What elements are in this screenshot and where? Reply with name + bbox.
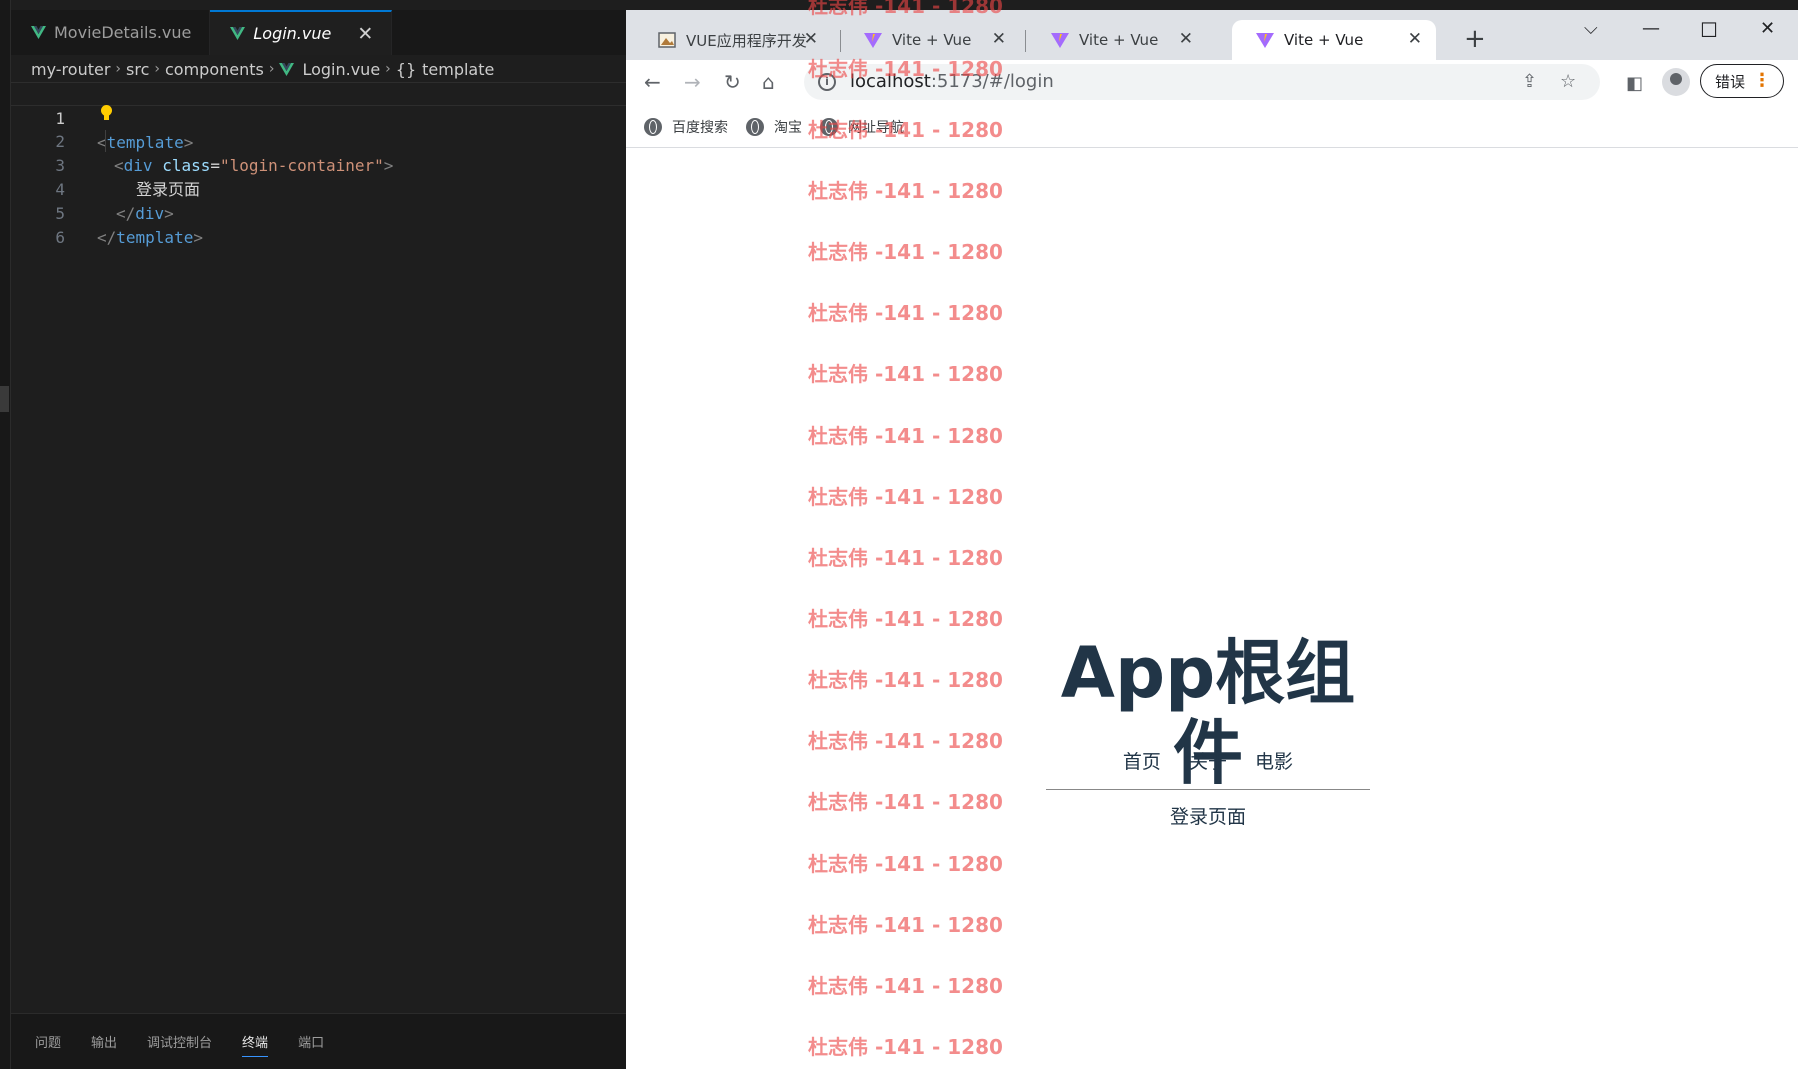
activity-bar — [0, 0, 11, 1069]
activity-indicator — [0, 386, 9, 412]
browser-tab-vue-course[interactable]: VUE应用程序开发 ✕ — [634, 20, 832, 60]
bottom-panel-tabs: 问题 输出 调试控制台 终端 端口 — [11, 1013, 626, 1069]
reload-icon[interactable]: ↻ — [724, 72, 741, 92]
bookmark-label: 百度搜索 — [672, 119, 728, 136]
back-arrow-icon[interactable]: ← — [644, 72, 661, 92]
bookmark-baidu[interactable]: 百度搜索 — [644, 117, 728, 137]
address-bar[interactable]: i localhost:5173/#/login ⇪ ☆ — [804, 64, 1600, 100]
home-icon[interactable]: ⌂ — [762, 72, 775, 92]
nav-divider — [1046, 789, 1370, 790]
browser-toolbar: ← → ↻ ⌂ i localhost:5173/#/login ⇪ ☆ ◧ 错… — [626, 60, 1798, 106]
chevron-right-icon: › — [385, 61, 391, 77]
panel-tab-ports[interactable]: 端口 — [298, 1026, 324, 1057]
bookmark-star-icon[interactable]: ☆ — [1560, 71, 1576, 92]
browser-tab-title: Vite + Vue — [892, 31, 972, 49]
globe-icon — [644, 117, 662, 136]
code-line: 4 </div> — [11, 154, 626, 223]
nav-link-about[interactable]: 关于 — [1189, 751, 1227, 773]
globe-icon — [746, 117, 764, 136]
router-nav: 首页 关于 电影 — [1046, 747, 1370, 774]
vue-file-icon — [31, 26, 46, 39]
code-text: </template> — [97, 228, 203, 247]
panel-tab-problems[interactable]: 问题 — [35, 1026, 61, 1057]
editor-tab-label: Login.vue — [253, 24, 332, 43]
panel-tab-terminal[interactable]: 终端 — [242, 1026, 269, 1057]
vite-favicon-icon — [1051, 33, 1069, 48]
chevron-right-icon: › — [115, 61, 122, 77]
error-button-label: 错误 — [1715, 72, 1746, 91]
login-page-text: 登录页面 — [1169, 806, 1246, 828]
bookmarks-bar: 百度搜索 淘宝 网址导航 — [626, 106, 1798, 148]
maximize-icon[interactable]: ☐ — [1700, 18, 1718, 42]
bookmark-nav[interactable]: 网址导航 — [820, 117, 904, 137]
desktop: MovieDetails.vue Login.vue ✕ my-router ›… — [0, 0, 1798, 1069]
chevron-right-icon: › — [268, 61, 275, 77]
forward-arrow-icon[interactable]: → — [684, 72, 701, 92]
breadcrumb-item[interactable]: my-router — [31, 60, 110, 79]
browser-tab-title: Vite + Vue — [1079, 31, 1159, 49]
lightbulb-icon[interactable] — [100, 105, 112, 123]
browser-tab-strip: VUE应用程序开发 ✕ Vite + Vue ✕ Vite + Vue ✕ Vi… — [626, 10, 1798, 60]
new-tab-plus-icon[interactable]: + — [1464, 26, 1486, 52]
more-menu-icon[interactable]: ⋮ — [1753, 71, 1771, 91]
panel-tab-output[interactable]: 输出 — [91, 1026, 117, 1057]
error-button[interactable]: 错误 ⋮ — [1700, 64, 1784, 98]
close-icon[interactable]: ✕ — [992, 29, 1006, 49]
close-icon[interactable]: ✕ — [1408, 29, 1422, 49]
nav-link-home[interactable]: 首页 — [1123, 751, 1161, 773]
close-icon[interactable]: ✕ — [804, 29, 818, 49]
vite-favicon-icon — [1256, 33, 1274, 48]
indent-guide — [105, 130, 106, 152]
tab-search-chevron-icon[interactable]: ⌵ — [1584, 18, 1598, 39]
vue-file-icon — [230, 27, 246, 40]
web-page-content: App根组件 首页 关于 电影 登录页面 — [626, 149, 1798, 1069]
vue-file-icon — [279, 62, 295, 76]
browser-tab-vite-1[interactable]: Vite + Vue ✕ — [840, 20, 1020, 60]
image-favicon-icon — [658, 32, 676, 48]
url-text[interactable]: localhost:5173/#/login — [850, 71, 1054, 92]
code-line: 1 <template> — [11, 82, 626, 152]
nav-link-movie[interactable]: 电影 — [1255, 751, 1293, 773]
line-number: 6 — [55, 228, 65, 247]
globe-icon — [820, 117, 838, 136]
browser-tab-vite-active[interactable]: Vite + Vue ✕ — [1232, 20, 1436, 60]
browser-tab-vite-2[interactable]: Vite + Vue ✕ — [1027, 20, 1207, 60]
bookmark-label: 淘宝 — [774, 119, 802, 136]
site-info-icon[interactable]: i — [818, 73, 836, 91]
breadcrumb-item[interactable]: components — [165, 60, 264, 79]
vite-favicon-icon — [864, 33, 882, 48]
side-panel-icon[interactable]: ◧ — [1626, 73, 1643, 94]
editor-tab-bar: MovieDetails.vue Login.vue ✕ — [11, 10, 626, 55]
close-icon[interactable]: ✕ — [357, 23, 373, 45]
code-line: 3 登录页面 — [11, 130, 626, 199]
close-icon[interactable]: ✕ — [1179, 29, 1193, 49]
editor-tab-label: MovieDetails.vue — [54, 23, 192, 42]
breadcrumb-item[interactable]: Login.vue — [302, 60, 380, 79]
code-area[interactable]: 1 <template> 2 <div class="login-contain… — [11, 82, 626, 247]
bookmark-taobao[interactable]: 淘宝 — [746, 117, 802, 137]
browser-window: VUE应用程序开发 ✕ Vite + Vue ✕ Vite + Vue ✕ Vi… — [626, 10, 1798, 1069]
braces-icon: {} — [395, 59, 417, 79]
code-editor: MovieDetails.vue Login.vue ✕ my-router ›… — [0, 0, 626, 1069]
browser-tab-title: VUE应用程序开发 — [686, 31, 807, 50]
window-close-icon[interactable]: ✕ — [1760, 18, 1775, 39]
panel-tab-debug-console[interactable]: 调试控制台 — [147, 1026, 212, 1057]
breadcrumb-item[interactable]: template — [422, 60, 494, 79]
tab-divider — [1025, 30, 1026, 52]
breadcrumb: my-router › src › components › Login.vue… — [31, 56, 494, 82]
profile-avatar[interactable] — [1662, 68, 1690, 96]
minimize-icon[interactable]: — — [1642, 18, 1660, 39]
browser-tab-title: Vite + Vue — [1284, 31, 1364, 49]
share-icon[interactable]: ⇪ — [1522, 71, 1537, 92]
editor-tab-login[interactable]: Login.vue ✕ — [210, 10, 393, 55]
bookmark-label: 网址导航 — [848, 119, 904, 136]
editor-tab-moviedetails[interactable]: MovieDetails.vue — [11, 10, 211, 55]
code-line: 6 — [11, 202, 626, 247]
code-line: 5 </template> — [11, 178, 626, 247]
chevron-right-icon: › — [154, 61, 160, 77]
breadcrumb-item[interactable]: src — [126, 60, 149, 79]
